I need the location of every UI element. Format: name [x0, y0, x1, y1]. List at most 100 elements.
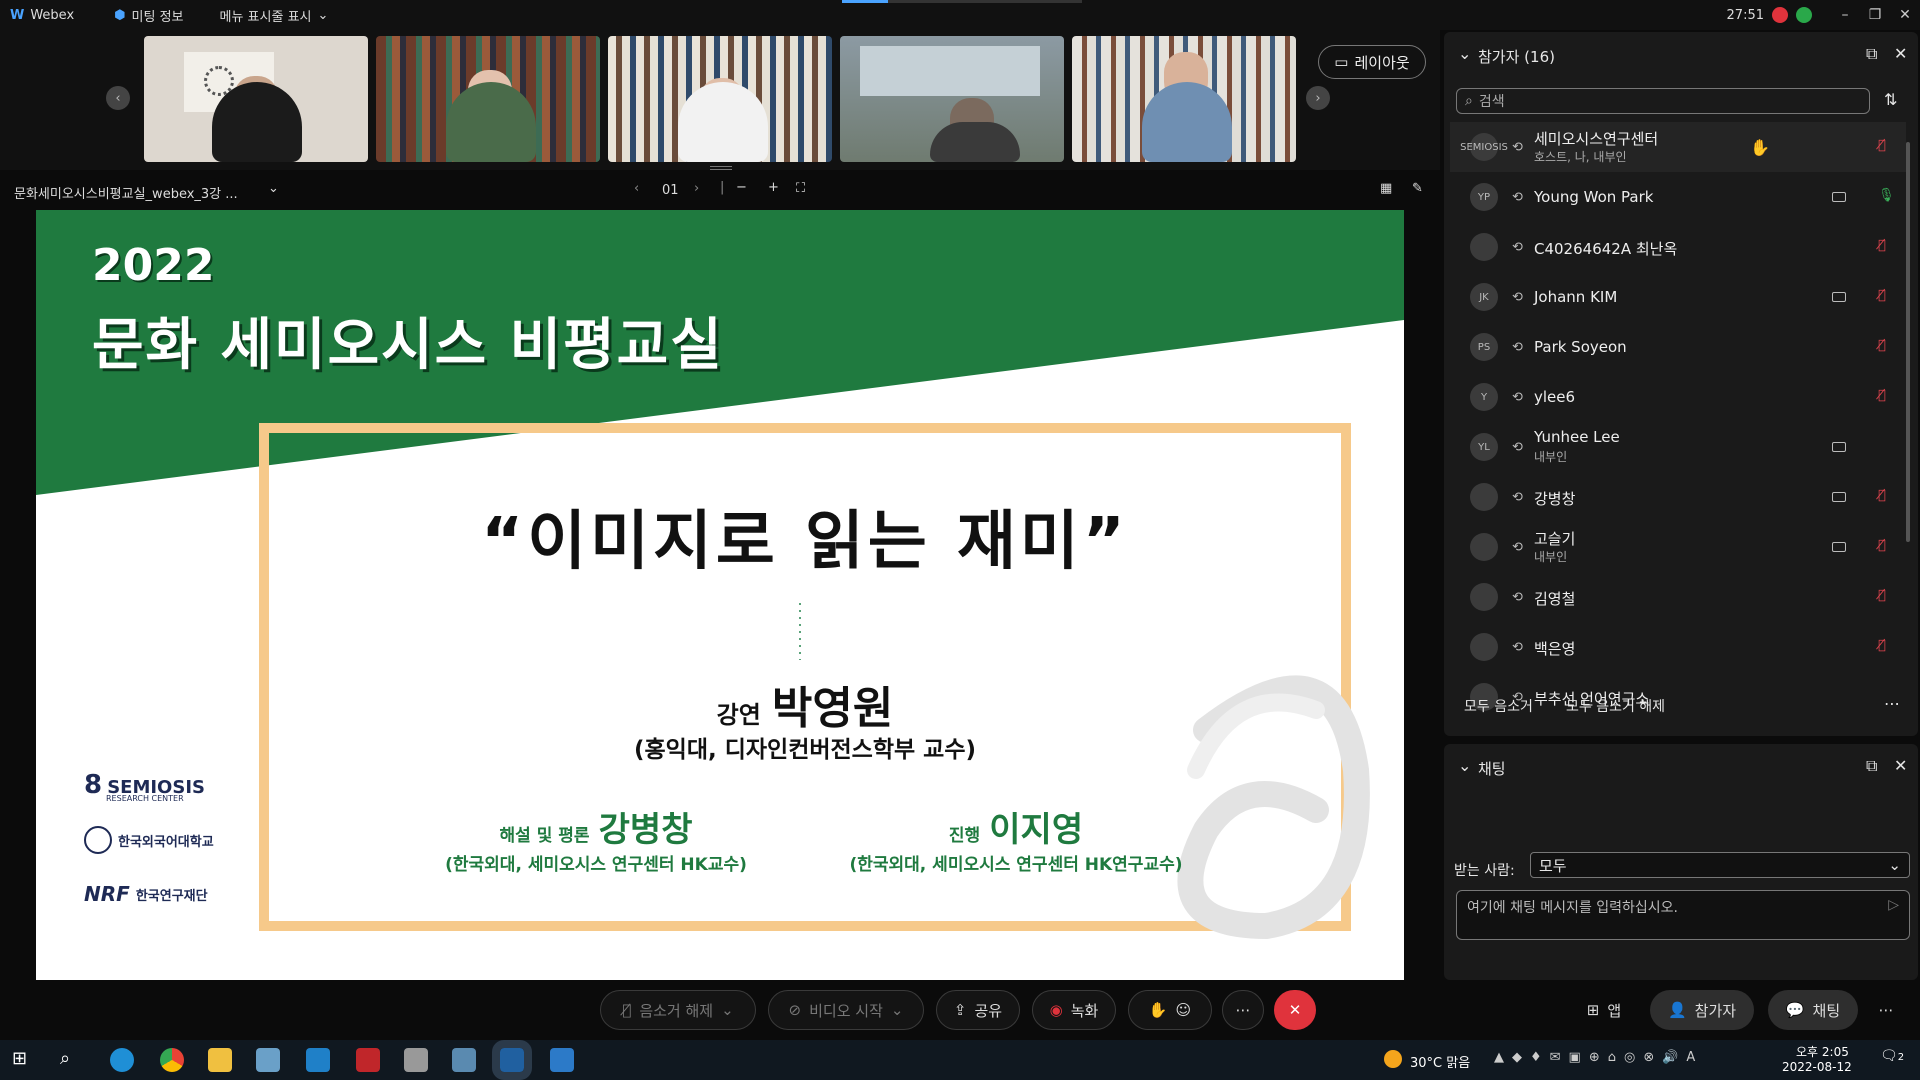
- record-label: 녹화: [1070, 1001, 1099, 1020]
- reaction-icon[interactable]: ☺: [1176, 1001, 1192, 1019]
- record-button[interactable]: ◉ 녹화: [1032, 990, 1116, 1030]
- video-tile[interactable]: [1072, 36, 1296, 162]
- scrollbar[interactable]: [1906, 142, 1910, 542]
- participant-row[interactable]: ⟲ 고슬기 내부인 🎙̸: [1450, 522, 1906, 572]
- start-video-button[interactable]: ⊘ 비디오 시작 ⌄: [768, 990, 924, 1030]
- video-tile[interactable]: [376, 36, 600, 162]
- strip-resize-handle[interactable]: [710, 166, 732, 170]
- webex-taskbar-icon[interactable]: [492, 1040, 532, 1080]
- acrobat-icon[interactable]: [356, 1048, 380, 1072]
- record-icon: ◉: [1049, 1001, 1063, 1019]
- restore-button[interactable]: ❐: [1860, 7, 1890, 23]
- meeting-info-button[interactable]: ⬢ 미팅 정보: [114, 6, 183, 25]
- sort-icon[interactable]: ⇅: [1884, 90, 1897, 109]
- send-icon[interactable]: ▷: [1888, 897, 1899, 913]
- video-tile[interactable]: [144, 36, 368, 162]
- notification-icon[interactable]: 🗨2: [1880, 1048, 1904, 1064]
- windows-start-icon[interactable]: ⊞: [12, 1048, 36, 1072]
- menu-toggle-button[interactable]: 메뉴 표시줄 표시 ⌄: [220, 6, 329, 25]
- unmute-all-button[interactable]: 모두 음소거 해제: [1566, 696, 1665, 716]
- semiosis-logo-icon: 8: [84, 770, 103, 800]
- shared-filename[interactable]: 문화세미오시스비평교실_webex_3강 ...: [14, 183, 238, 202]
- collapse-participants-icon[interactable]: ⌄: [1458, 44, 1471, 63]
- clock-date[interactable]: 2022-08-12: [1782, 1060, 1852, 1074]
- participants-more-button[interactable]: ⋯: [1884, 694, 1900, 713]
- mic-muted-icon[interactable]: 🎙̸: [1878, 638, 1886, 653]
- chevron-down-icon[interactable]: ⌄: [721, 1001, 734, 1019]
- photos-icon[interactable]: [550, 1048, 574, 1072]
- app-icon[interactable]: [452, 1048, 476, 1072]
- participant-name: C40264642A 최난옥: [1534, 240, 1678, 258]
- search-icon[interactable]: ⌕: [60, 1048, 84, 1072]
- chat-input[interactable]: 여기에 채팅 메시지를 입력하십시오. ▷: [1456, 890, 1910, 940]
- chrome-icon[interactable]: [160, 1048, 184, 1072]
- next-page-button[interactable]: ›: [694, 181, 699, 196]
- participant-row[interactable]: Y ⟲ ylee6 🎙̸: [1450, 372, 1906, 422]
- participant-row[interactable]: ⟲ C40264642A 최난옥 🎙̸: [1450, 222, 1906, 272]
- prev-page-button[interactable]: ‹: [634, 181, 639, 196]
- participant-row[interactable]: JK ⟲ Johann KIM 🎙̸: [1450, 272, 1906, 322]
- participants-button[interactable]: 👤 참가자: [1650, 990, 1754, 1030]
- strip-prev-button[interactable]: ‹: [106, 86, 130, 110]
- share-label: 공유: [974, 1001, 1003, 1020]
- chevron-down-icon: ⌄: [1888, 856, 1901, 874]
- panel-more-button[interactable]: ⋯: [1870, 990, 1902, 1030]
- close-panel-icon[interactable]: ✕: [1894, 44, 1907, 63]
- chat-recipient-select[interactable]: 모두 ⌄: [1530, 852, 1910, 878]
- popout-icon[interactable]: ⧉: [1866, 44, 1877, 64]
- video-tile[interactable]: [608, 36, 832, 162]
- hand-icon: ✋: [1750, 138, 1770, 157]
- chevron-down-icon[interactable]: ⌄: [268, 181, 279, 196]
- popout-icon[interactable]: ⧉: [1866, 756, 1877, 776]
- layout-button[interactable]: ▭ 레이아웃: [1318, 45, 1426, 79]
- zoom-in-button[interactable]: +: [768, 180, 779, 195]
- mic-muted-icon[interactable]: 🎙̸: [1878, 238, 1886, 253]
- mic-muted-icon[interactable]: 🎙̸: [1878, 288, 1886, 303]
- more-button[interactable]: ⋯: [1222, 990, 1264, 1030]
- raise-hand-icon[interactable]: ✋: [1149, 1001, 1168, 1019]
- participant-row[interactable]: SEMIOSIS ⟲ 세미오시스연구센터 호스트, 나, 내부인 ✋ 🎙̸: [1450, 122, 1906, 172]
- sync-icon: ⟲: [1512, 139, 1523, 155]
- mute-all-button[interactable]: 모두 음소거: [1464, 696, 1533, 716]
- page-number[interactable]: 01: [662, 183, 679, 198]
- end-meeting-button[interactable]: ✕: [1274, 990, 1316, 1030]
- participant-name: Park Soyeon: [1534, 338, 1627, 356]
- search-input[interactable]: ⌕ 검색: [1456, 88, 1870, 114]
- chevron-down-icon[interactable]: ⌄: [891, 1001, 904, 1019]
- file-explorer-icon[interactable]: [208, 1048, 232, 1072]
- unmute-button[interactable]: 🎙̸ 음소거 해제 ⌄: [600, 990, 756, 1030]
- close-window-button[interactable]: ✕: [1890, 7, 1920, 23]
- app-menu[interactable]: W Webex: [10, 8, 74, 23]
- video-tile[interactable]: [840, 36, 1064, 162]
- mic-muted-icon[interactable]: 🎙̸: [1878, 138, 1886, 153]
- participant-row[interactable]: ⟲ 김영철 🎙̸: [1450, 572, 1906, 622]
- mic-muted-icon[interactable]: 🎙̸: [1878, 488, 1886, 503]
- participant-row[interactable]: PS ⟲ Park Soyeon 🎙̸: [1450, 322, 1906, 372]
- mic-muted-icon[interactable]: 🎙̸: [1878, 338, 1886, 353]
- mic-muted-icon[interactable]: 🎙̸: [1878, 588, 1886, 603]
- app-icon[interactable]: [404, 1048, 428, 1072]
- mic-muted-icon[interactable]: 🎙̸: [1878, 538, 1886, 553]
- edge-icon[interactable]: [110, 1048, 134, 1072]
- close-panel-icon[interactable]: ✕: [1894, 756, 1907, 775]
- participant-row[interactable]: ⟲ 강병창 🎙̸: [1450, 472, 1906, 522]
- strip-next-button[interactable]: ›: [1306, 86, 1330, 110]
- app-icon[interactable]: [306, 1048, 330, 1072]
- grid-view-icon[interactable]: ▦: [1380, 181, 1392, 196]
- app-icon[interactable]: [256, 1048, 280, 1072]
- participant-row[interactable]: YP ⟲ Young Won Park 🎙: [1450, 172, 1906, 222]
- zoom-out-button[interactable]: −: [736, 180, 747, 195]
- minimize-button[interactable]: –: [1830, 7, 1860, 23]
- share-button[interactable]: ⇪ 공유: [936, 990, 1020, 1030]
- collapse-chat-icon[interactable]: ⌄: [1458, 756, 1471, 775]
- participant-row[interactable]: ⟲ 백은영 🎙̸: [1450, 622, 1906, 672]
- clock-time[interactable]: 오후 2:05: [1796, 1043, 1849, 1060]
- apps-button[interactable]: ⊞ 앱: [1570, 990, 1638, 1030]
- chat-button[interactable]: 💬 채팅: [1768, 990, 1858, 1030]
- mic-muted-icon[interactable]: 🎙̸: [1878, 388, 1886, 403]
- system-tray[interactable]: ▲◆♦✉▣⊕⌂◎⊗🔊A: [1494, 1050, 1703, 1065]
- fit-screen-icon[interactable]: ⛶: [796, 181, 805, 196]
- participant-row[interactable]: YL ⟲ Yunhee Lee 내부인: [1450, 422, 1906, 472]
- annotate-icon[interactable]: ✎: [1412, 181, 1423, 196]
- weather-text[interactable]: 30°C 맑음: [1410, 1052, 1470, 1071]
